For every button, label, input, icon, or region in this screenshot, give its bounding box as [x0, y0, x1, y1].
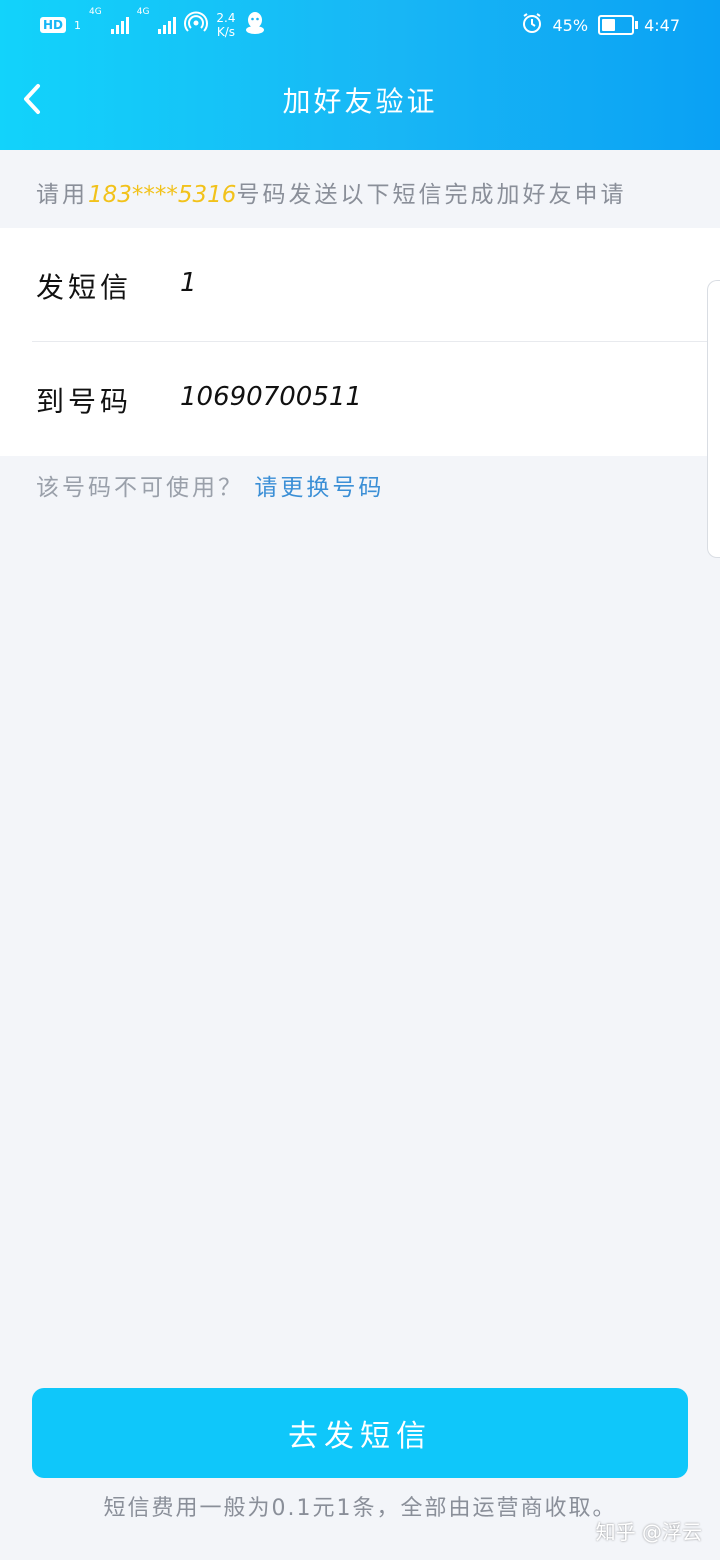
sms-row-content: 发短信 1 — [0, 228, 720, 342]
nav-bar: 加好友验证 — [0, 50, 720, 150]
battery-nub — [635, 21, 639, 29]
sms-number-value: 10690700511 — [180, 382, 362, 412]
info-prefix: 请用 — [36, 182, 88, 208]
info-strip: 请用183****5316号码发送以下短信完成加好友申请 — [0, 150, 720, 228]
network-label-2: 4G — [136, 7, 150, 17]
battery-icon — [598, 15, 639, 35]
sms-content-label: 发短信 — [36, 271, 133, 304]
speed-value: 2.4 — [216, 11, 236, 25]
change-number-line: 该号码不可使用？ 请更换号码 — [36, 468, 384, 502]
signal-icon-1 — [110, 16, 129, 34]
header: HD 1 4G 4G 2.4 K/s 45% 4:47 加好友验证 — [0, 0, 720, 150]
send-sms-button[interactable]: 去发短信 — [32, 1388, 688, 1478]
sim-label: 1 — [74, 18, 82, 32]
speed-unit: K/s — [216, 25, 236, 39]
status-right: 45% 4:47 — [521, 8, 680, 42]
signal-icon-2 — [158, 16, 177, 34]
hd-badge: HD — [40, 17, 67, 33]
qq-icon — [244, 11, 266, 39]
change-question: 该号码不可使用？ — [36, 475, 244, 501]
sms-row-number: 到号码 10690700511 — [0, 342, 720, 456]
sms-card: 发短信 1 到号码 10690700511 — [0, 228, 720, 558]
clock: 4:47 — [644, 15, 680, 35]
change-number-link[interactable]: 请更换号码 — [254, 475, 384, 501]
status-bar: HD 1 4G 4G 2.4 K/s 45% 4:47 — [0, 0, 720, 50]
battery-fill — [602, 19, 616, 31]
status-left: HD 1 4G 4G 2.4 K/s — [40, 8, 266, 42]
info-text: 请用183****5316号码发送以下短信完成加好友申请 — [36, 175, 626, 209]
hotspot-icon — [184, 11, 209, 39]
info-suffix: 号码发送以下短信完成加好友申请 — [236, 182, 627, 208]
network-speed: 2.4 K/s — [216, 11, 235, 39]
sms-number-label: 到号码 — [36, 385, 133, 418]
watermark: 知乎 @浮云 — [595, 1520, 702, 1544]
scroll-indicator — [707, 280, 720, 558]
masked-phone: 183****5316 — [88, 182, 237, 208]
alarm-icon — [521, 12, 543, 38]
sms-content-value: 1 — [180, 268, 197, 298]
battery-text: 45% — [552, 15, 589, 35]
network-label-1: 4G — [89, 7, 102, 17]
page-title: 加好友验证 — [282, 85, 438, 118]
